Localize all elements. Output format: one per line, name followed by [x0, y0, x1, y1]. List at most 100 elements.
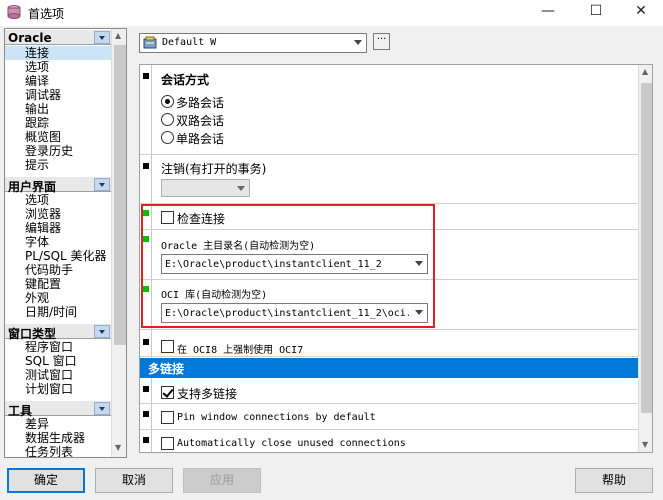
session-mode-title: 会话方式 — [161, 73, 210, 87]
nav-item[interactable]: 概览图 — [5, 130, 111, 144]
nav-item[interactable]: 选项 — [5, 60, 111, 74]
chevron-down-icon[interactable] — [415, 310, 423, 315]
scrollbar-thumb[interactable] — [641, 83, 652, 413]
chevron-down-icon[interactable] — [94, 178, 110, 191]
oci-library-row: OCI 库(自动检测为空) E:\Oracle\product\instantc… — [140, 280, 640, 330]
minimize-button[interactable]: — — [525, 0, 571, 24]
support-multi-checkbox[interactable] — [161, 386, 174, 399]
nav-item[interactable]: 程序窗口 — [5, 340, 111, 354]
radio-single-session[interactable] — [161, 131, 174, 144]
setting-marker — [143, 386, 149, 392]
preferences-navigator: Oracle 连接 选项 编译 调试器 输出 跟踪 概览图 登录历史 提示 用户界面 选项 浏览器 编辑器… — [4, 28, 127, 458]
radio-dual-session-label: 双路会话 — [176, 114, 225, 128]
window-title: 首选项 — [28, 7, 65, 21]
nav-item[interactable]: 计划窗口 — [5, 382, 111, 396]
more-options-button[interactable]: ··· — [373, 33, 390, 50]
changed-marker — [143, 236, 149, 242]
profile-value: Default W — [162, 37, 217, 48]
scroll-down-icon[interactable]: ▼ — [115, 443, 121, 452]
nav-item[interactable]: 字体 — [5, 235, 111, 249]
pin-window-row: Pin window connections by default — [140, 404, 640, 430]
profile-select[interactable]: Default W — [139, 33, 367, 53]
multi-connection-header-label: 多链接 — [148, 362, 185, 376]
nav-item[interactable]: 连接 — [5, 46, 111, 60]
nav-item[interactable]: 浏览器 — [5, 207, 111, 221]
force-oci7-label: 在 OCI8 上强制使用 OCI7 — [177, 345, 304, 356]
logoff-label: 注销(有打开的事务) — [161, 162, 267, 176]
support-multi-label: 支持多链接 — [177, 387, 238, 401]
nav-group-header[interactable]: 工具 — [5, 400, 111, 418]
logoff-row: 注销(有打开的事务) — [140, 155, 640, 204]
pin-window-checkbox[interactable] — [161, 411, 174, 424]
nav-item[interactable]: 提示 — [5, 158, 111, 172]
navigator-scrollbar[interactable]: ▲ ▼ — [111, 29, 126, 457]
nav-item[interactable]: 跟踪 — [5, 116, 111, 130]
radio-single-session-label: 单路会话 — [176, 132, 225, 146]
oci-library-value: E:\Oracle\product\instantclient_11_2\oci… — [165, 308, 409, 319]
oracle-home-combo[interactable]: E:\Oracle\product\instantclient_11_2 — [161, 254, 428, 274]
chevron-down-icon — [354, 40, 362, 45]
nav-item[interactable]: 输出 — [5, 102, 111, 116]
check-connection-label: 检查连接 — [177, 212, 226, 226]
nav-item[interactable]: SQL 窗口 — [5, 354, 111, 368]
nav-group-label: Oracle — [8, 31, 52, 45]
nav-group-header[interactable]: Oracle — [5, 29, 111, 45]
close-button[interactable]: ✕ — [618, 0, 663, 24]
radio-dual-session[interactable] — [161, 113, 174, 126]
nav-item[interactable]: 调试器 — [5, 88, 111, 102]
oracle-home-value: E:\Oracle\product\instantclient_11_2 — [165, 259, 382, 270]
oci-library-label: OCI 库(自动检测为空) — [161, 290, 268, 301]
check-connection-checkbox[interactable] — [161, 211, 174, 224]
auto-close-row: Automatically close unused connections — [140, 430, 640, 452]
nav-item[interactable]: 外观 — [5, 291, 111, 305]
support-multi-row: 支持多链接 — [140, 378, 640, 404]
changed-marker — [143, 210, 149, 216]
chevron-down-icon[interactable] — [94, 325, 110, 338]
session-mode-row: 会话方式 多路会话 双路会话 单路会话 — [140, 65, 640, 155]
chevron-down-icon[interactable] — [415, 261, 423, 266]
scroll-down-icon[interactable]: ▼ — [642, 440, 648, 449]
force-oci7-checkbox[interactable] — [161, 340, 174, 353]
radio-multi-session-label: 多路会话 — [176, 96, 225, 110]
maximize-button[interactable]: ☐ — [573, 0, 619, 24]
nav-item[interactable]: PL/SQL 美化器 — [5, 249, 111, 263]
chevron-down-icon[interactable] — [94, 31, 110, 44]
auto-close-label: Automatically close unused connections — [177, 438, 406, 449]
auto-close-checkbox[interactable] — [161, 437, 174, 450]
nav-item[interactable]: 键配置 — [5, 277, 111, 291]
nav-group-header[interactable]: 窗口类型 — [5, 323, 111, 341]
title-bar: 首选项 — ☐ ✕ — [0, 0, 663, 26]
scroll-up-icon[interactable]: ▲ — [642, 67, 648, 76]
settings-scrollbar[interactable]: ▲ ▼ — [638, 65, 652, 452]
scroll-up-icon[interactable]: ▲ — [115, 31, 121, 40]
nav-item[interactable]: 选项 — [5, 193, 111, 207]
nav-item[interactable]: 登录历史 — [5, 144, 111, 158]
setting-marker — [143, 163, 149, 169]
apply-button: 应用 — [183, 468, 261, 493]
nav-item[interactable]: 数据生成器 — [5, 431, 111, 445]
nav-item[interactable]: 编译 — [5, 74, 111, 88]
nav-item[interactable]: 差异 — [5, 417, 111, 431]
ok-button[interactable]: 确定 — [7, 468, 85, 493]
radio-multi-session[interactable] — [161, 95, 174, 108]
logoff-select — [161, 179, 250, 197]
oracle-home-label: Oracle 主目录名(自动检测为空) — [161, 241, 316, 252]
preferences-app-icon — [7, 5, 21, 19]
nav-group-header[interactable]: 用户界面 — [5, 176, 111, 194]
multi-connection-header: 多链接 — [140, 358, 640, 378]
setting-marker — [143, 437, 149, 443]
oci-library-combo[interactable]: E:\Oracle\product\instantclient_11_2\oci… — [161, 303, 428, 323]
chevron-down-icon — [237, 186, 245, 191]
settings-panel: 会话方式 多路会话 双路会话 单路会话 注销(有打开的事务) 检查连接 Orac… — [139, 64, 653, 453]
cancel-button[interactable]: 取消 — [95, 468, 173, 493]
nav-item[interactable]: 任务列表 — [5, 445, 111, 457]
help-button[interactable]: 帮助 — [575, 468, 653, 493]
setting-marker — [143, 339, 149, 345]
oracle-home-row: Oracle 主目录名(自动检测为空) E:\Oracle\product\in… — [140, 230, 640, 280]
chevron-down-icon[interactable] — [94, 402, 110, 415]
nav-item[interactable]: 日期/时间 — [5, 305, 111, 319]
nav-item[interactable]: 代码助手 — [5, 263, 111, 277]
scrollbar-thumb[interactable] — [114, 45, 126, 345]
nav-item[interactable]: 编辑器 — [5, 221, 111, 235]
nav-item[interactable]: 测试窗口 — [5, 368, 111, 382]
